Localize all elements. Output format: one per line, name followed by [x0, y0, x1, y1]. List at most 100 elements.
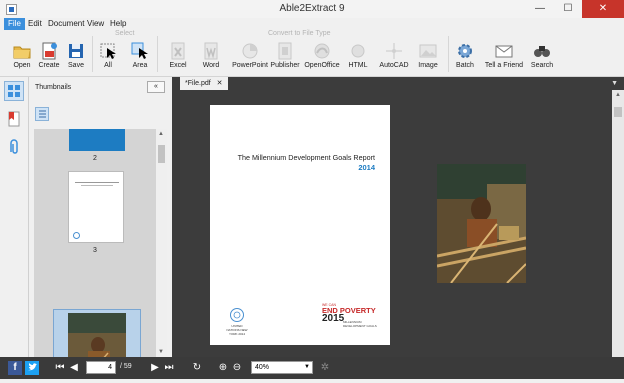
united-nations-logo-icon	[230, 308, 244, 322]
menu-bar: File Edit Document View Help	[0, 18, 624, 30]
rotate-icon[interactable]: ↻	[190, 361, 204, 375]
thumbnail-page-2[interactable]	[69, 129, 125, 151]
first-page-icon[interactable]: ⏮	[53, 361, 67, 375]
create-label: Create	[38, 62, 60, 69]
openoffice-icon	[313, 42, 331, 60]
open-button[interactable]: Open	[10, 42, 34, 69]
side-navigation	[0, 77, 29, 357]
current-page-input[interactable]: 4	[86, 361, 116, 374]
tell-a-friend-button[interactable]: Tell a Friend	[484, 42, 524, 69]
zoom-in-icon[interactable]: ⊕	[216, 361, 230, 375]
list-icon	[39, 110, 46, 118]
paperclip-icon	[10, 139, 18, 154]
status-bar: f ⏮ ◀ 4 / 59 ▶ ⏭ ↻ ⊕ ⊖ 40% ▼ ✲	[0, 357, 624, 379]
settings-gear-icon[interactable]: ✲	[318, 361, 332, 375]
select-all-button[interactable]: All	[97, 42, 119, 69]
scroll-up-arrow-icon[interactable]: ▲	[615, 92, 621, 98]
tab-list-dropdown-icon[interactable]: ▼	[611, 80, 618, 87]
convert-excel-button[interactable]: Excel	[166, 42, 190, 69]
autocad-icon	[385, 42, 403, 60]
create-button[interactable]: Create	[37, 42, 61, 69]
image-icon	[419, 42, 437, 60]
thumbnail-photo-image	[68, 313, 126, 357]
zoom-level-select[interactable]: 40% ▼	[251, 361, 313, 374]
un-caption: UNITED NATIONS NEW YORK 2014	[226, 324, 248, 336]
weaver-photo-image	[436, 164, 527, 284]
thumbnail-scrollbar[interactable]: ▲ ▼	[156, 129, 167, 357]
search-button[interactable]: Search	[530, 42, 554, 69]
attachments-view-button[interactable]	[4, 137, 24, 157]
select-area-cursor-icon	[131, 42, 149, 60]
save-label: Save	[68, 62, 84, 69]
last-page-icon[interactable]: ⏭	[162, 361, 176, 375]
word-icon	[202, 42, 220, 60]
scroll-up-arrow-icon[interactable]: ▲	[158, 131, 164, 137]
close-button[interactable]: ✕	[582, 0, 624, 18]
zoom-out-icon[interactable]: ⊖	[230, 361, 244, 375]
pdf-page-cover[interactable]: The Millennium Development Goals Report …	[210, 105, 390, 345]
select-area-label: Area	[132, 62, 148, 69]
thumbnail-page-3[interactable]	[68, 171, 124, 243]
next-page-icon[interactable]: ▶	[148, 361, 162, 375]
convert-publisher-button[interactable]: Publisher	[270, 42, 300, 69]
excel-icon	[169, 42, 187, 60]
scroll-thumb[interactable]	[158, 145, 165, 163]
thumbnail-list[interactable]: 2 3 4	[34, 129, 167, 357]
convert-group-label: Convert to File Type	[268, 30, 331, 37]
menu-help[interactable]: Help	[106, 18, 130, 30]
publisher-icon	[276, 42, 294, 60]
powerpoint-label: PowerPoint	[232, 62, 268, 69]
ribbon-separator	[157, 36, 158, 72]
html-label: HTML	[348, 62, 368, 69]
facebook-icon[interactable]: f	[8, 361, 22, 375]
bookmarks-view-button[interactable]	[4, 109, 24, 129]
excel-label: Excel	[169, 62, 187, 69]
document-tab[interactable]: *File.pdf ✕	[180, 77, 228, 90]
scroll-thumb[interactable]	[614, 107, 622, 117]
select-all-cursor-icon	[99, 42, 117, 60]
convert-powerpoint-button[interactable]: PowerPoint	[232, 42, 268, 69]
select-group-label: Select	[115, 30, 135, 37]
convert-openoffice-button[interactable]: OpenOffice	[304, 42, 340, 69]
select-area-button[interactable]: Area	[129, 42, 151, 69]
collapse-panel-button[interactable]: «	[147, 81, 165, 93]
tell-a-friend-label: Tell a Friend	[484, 62, 524, 69]
autocad-label: AutoCAD	[379, 62, 409, 69]
zoom-level-value: 40%	[255, 364, 270, 371]
minimize-button[interactable]: —	[526, 0, 554, 18]
pdf-page-photo[interactable]	[436, 164, 527, 284]
document-tab-bar: *File.pdf ✕ ▼	[172, 77, 624, 90]
convert-word-button[interactable]: Word	[199, 42, 223, 69]
menu-view[interactable]: View	[83, 18, 108, 30]
batch-gear-icon	[456, 42, 474, 60]
app-window: Able2Extract 9 — ☐ ✕ File Edit Document …	[0, 0, 624, 383]
save-button[interactable]: Save	[64, 42, 88, 69]
folder-icon	[13, 42, 31, 60]
thumbnail-size-button[interactable]	[35, 107, 49, 121]
save-disk-icon	[67, 42, 85, 60]
previous-page-icon[interactable]: ◀	[67, 361, 81, 375]
maximize-button[interactable]: ☐	[554, 0, 582, 18]
thumbnail-page-number: 2	[93, 155, 97, 162]
batch-button[interactable]: Batch	[453, 42, 477, 69]
convert-image-button[interactable]: Image	[416, 42, 440, 69]
menu-edit[interactable]: Edit	[24, 18, 46, 30]
image-label: Image	[418, 62, 438, 69]
total-pages: / 59	[120, 363, 132, 370]
scroll-down-arrow-icon[interactable]: ▼	[158, 349, 164, 355]
twitter-icon[interactable]	[25, 361, 39, 375]
menu-document[interactable]: Document	[44, 18, 88, 30]
convert-html-button[interactable]: HTML	[346, 42, 370, 69]
thumbnails-grid-icon	[8, 85, 20, 97]
search-label: Search	[530, 62, 554, 69]
bookmark-icon	[8, 111, 20, 127]
open-label: Open	[13, 62, 31, 69]
menu-file[interactable]: File	[4, 18, 25, 30]
document-scrollbar[interactable]: ▲	[612, 90, 624, 357]
tab-close-icon[interactable]: ✕	[217, 80, 223, 87]
end-poverty-logo: WE CAN END POVERTY 2015 MILLENNIUM DEVEL…	[322, 303, 382, 333]
cover-title: The Millennium Development Goals Report	[237, 153, 375, 162]
convert-autocad-button[interactable]: AutoCAD	[378, 42, 410, 69]
thumbnails-view-button[interactable]	[4, 81, 24, 101]
thumbnail-page-4[interactable]	[68, 313, 126, 357]
